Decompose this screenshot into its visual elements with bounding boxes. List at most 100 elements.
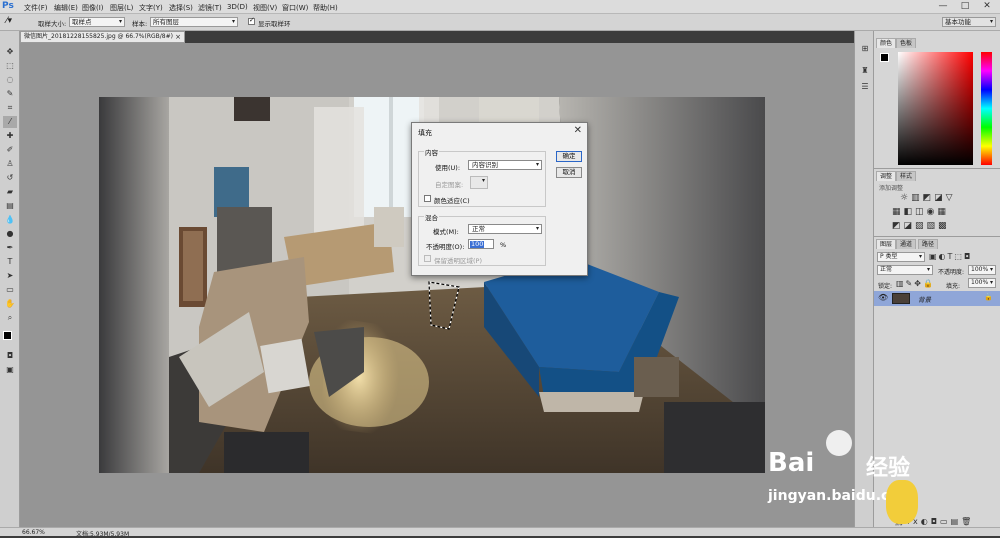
opacity-input[interactable]: 100% bbox=[968, 265, 996, 275]
pen-tool-icon[interactable]: ✒ bbox=[3, 242, 17, 254]
menu-layer[interactable]: 图层(L) bbox=[110, 3, 133, 13]
brush-tool-icon[interactable]: ✐ bbox=[3, 144, 17, 156]
marquee-tool-icon[interactable]: ⬚ bbox=[3, 60, 17, 72]
options-bar: ⁄▾ 取样大小: 取样点 样本: 所有图层 ✓ 显示取样环 基本功能 bbox=[0, 14, 1000, 31]
preserve-transparency-checkbox bbox=[424, 255, 431, 262]
layer-row-background[interactable]: 👁 背景 🔒 bbox=[874, 291, 1000, 306]
sample-select[interactable]: 所有图层 bbox=[150, 17, 238, 27]
close-button[interactable]: ✕ bbox=[976, 1, 998, 13]
tools-panel: ✥ ⬚ ◌ ✎ ⌗ ⁄ ✚ ✐ ♙ ↺ ▰ ▤ 💧 ● ✒ T ➤ ▭ ✋ ⌕ … bbox=[0, 31, 20, 536]
ok-button[interactable]: 确定 bbox=[556, 151, 582, 162]
foreground-color-swatch[interactable] bbox=[3, 331, 12, 340]
layer-name: 背景 bbox=[918, 296, 931, 304]
menu-select[interactable]: 选择(S) bbox=[169, 3, 193, 13]
tab-styles[interactable]: 样式 bbox=[896, 171, 917, 181]
layer-filter-icons[interactable]: ▣◐T⬚◘ bbox=[929, 252, 972, 261]
path-select-tool-icon[interactable]: ➤ bbox=[3, 270, 17, 282]
adjustment-icons-row-3[interactable]: ◩◪▨▧▩ bbox=[892, 221, 950, 231]
watermark-brand: Bai bbox=[768, 448, 815, 478]
blend-group-label: 混合 bbox=[424, 212, 439, 222]
mascot-duck-icon bbox=[886, 480, 918, 524]
zoom-tool-icon[interactable]: ⌕ bbox=[3, 312, 17, 324]
opacity-unit: % bbox=[500, 241, 507, 249]
menu-help[interactable]: 帮助(H) bbox=[313, 3, 338, 13]
tab-channels[interactable]: 通道 bbox=[896, 239, 917, 249]
lock-label: 锁定: bbox=[878, 283, 893, 290]
foreground-color-chip[interactable] bbox=[880, 53, 889, 62]
history-panel-icon[interactable]: ⊞ bbox=[858, 43, 872, 55]
content-group-label: 内容 bbox=[424, 147, 439, 157]
quick-mask-icon[interactable]: ◘ bbox=[3, 350, 17, 362]
menu-file[interactable]: 文件(F) bbox=[24, 3, 48, 13]
properties-panel-icon[interactable]: ☰ bbox=[858, 81, 872, 93]
use-select[interactable]: 内容识别 bbox=[468, 160, 542, 170]
menu-3d[interactable]: 3D(D) bbox=[227, 3, 248, 11]
color-adapt-label: 颜色适应(C) bbox=[434, 197, 470, 205]
document-tab[interactable]: 微信图片_20181228155825.jpg @ 66.7%(RGB/8#) … bbox=[20, 31, 185, 43]
eyedropper-tool-icon[interactable]: ⁄ bbox=[3, 116, 17, 128]
color-picker-field[interactable] bbox=[898, 52, 973, 165]
eyedropper-icon[interactable]: ⁄▾ bbox=[6, 16, 12, 26]
workspace-select[interactable]: 基本功能 bbox=[942, 17, 996, 27]
photoshop-logo: Ps bbox=[2, 1, 14, 11]
hue-slider[interactable] bbox=[981, 52, 992, 165]
zoom-level[interactable]: 66.67% bbox=[22, 529, 45, 536]
layer-thumbnail bbox=[892, 293, 910, 304]
adjustment-icons-row-1[interactable]: ☼▥◩◪▽ bbox=[900, 193, 956, 203]
dialog-title: 填充 bbox=[418, 129, 432, 137]
menu-window[interactable]: 窗口(W) bbox=[282, 3, 308, 13]
tab-layers[interactable]: 图层 bbox=[876, 239, 897, 249]
custom-pattern-picker bbox=[470, 176, 488, 189]
visibility-eye-icon[interactable]: 👁 bbox=[878, 293, 888, 302]
menu-filter[interactable]: 滤镜(T) bbox=[198, 3, 222, 13]
adjustment-icons-row-2[interactable]: ▦◧◫◉▦ bbox=[892, 207, 949, 217]
close-document-icon[interactable]: × bbox=[175, 32, 181, 42]
type-tool-icon[interactable]: T bbox=[3, 256, 17, 268]
show-ring-checkbox[interactable]: ✓ bbox=[248, 16, 255, 25]
eraser-tool-icon[interactable]: ▰ bbox=[3, 186, 17, 198]
preserve-transparency-label: 保留透明区域(P) bbox=[434, 257, 482, 265]
menu-view[interactable]: 视图(V) bbox=[253, 3, 277, 13]
screen-mode-icon[interactable]: ▣ bbox=[3, 364, 17, 376]
actions-panel-icon[interactable]: ♜ bbox=[858, 65, 872, 77]
mode-select[interactable]: 正常 bbox=[468, 224, 542, 234]
add-adjustment-hint: 添加调整 bbox=[879, 185, 904, 192]
opacity-label: 不透明度: bbox=[938, 269, 965, 276]
move-tool-icon[interactable]: ✥ bbox=[3, 46, 17, 58]
opacity-dialog-input[interactable]: 100 bbox=[468, 239, 494, 249]
tab-paths[interactable]: 路径 bbox=[918, 239, 939, 249]
tab-adjustments[interactable]: 调整 bbox=[876, 171, 897, 181]
lasso-tool-icon[interactable]: ◌ bbox=[3, 74, 17, 86]
clone-stamp-tool-icon[interactable]: ♙ bbox=[3, 158, 17, 170]
custom-pattern-label: 自定图案: bbox=[435, 181, 464, 189]
blend-mode-select[interactable]: 正常 bbox=[877, 265, 933, 275]
menu-type[interactable]: 文字(Y) bbox=[139, 3, 163, 13]
document-title: 微信图片_20181228155825.jpg @ 66.7%(RGB/8#) bbox=[24, 33, 173, 40]
gradient-tool-icon[interactable]: ▤ bbox=[3, 200, 17, 212]
lock-icons[interactable]: ▥✎✥🔒 bbox=[896, 279, 935, 288]
menu-edit[interactable]: 编辑(E) bbox=[54, 3, 78, 13]
blur-tool-icon[interactable]: 💧 bbox=[3, 214, 17, 226]
menu-image[interactable]: 图像(I) bbox=[82, 3, 104, 13]
history-brush-tool-icon[interactable]: ↺ bbox=[3, 172, 17, 184]
sample-size-select[interactable]: 取样点 bbox=[69, 17, 125, 27]
layer-kind-filter[interactable]: P 类型 bbox=[877, 252, 925, 262]
tab-color[interactable]: 颜色 bbox=[876, 38, 897, 48]
dodge-tool-icon[interactable]: ● bbox=[3, 228, 17, 240]
show-ring-label: 显示取样环 bbox=[258, 20, 291, 28]
rectangle-tool-icon[interactable]: ▭ bbox=[3, 284, 17, 296]
hand-tool-icon[interactable]: ✋ bbox=[3, 298, 17, 310]
menu-bar: Ps 文件(F) 编辑(E) 图像(I) 图层(L) 文字(Y) 选择(S) 滤… bbox=[0, 0, 1000, 14]
color-adapt-checkbox[interactable] bbox=[424, 195, 431, 202]
minimize-button[interactable]: — bbox=[932, 1, 954, 13]
tab-swatches[interactable]: 色板 bbox=[896, 38, 917, 48]
sample-label: 样本: bbox=[132, 20, 148, 28]
fill-dialog: 填充 ✕ 内容 使用(U): 内容识别 自定图案: 颜色适应(C) 混合 模式(… bbox=[411, 122, 588, 276]
crop-tool-icon[interactable]: ⌗ bbox=[3, 102, 17, 114]
fill-input[interactable]: 100% bbox=[968, 278, 996, 288]
dialog-close-icon[interactable]: ✕ bbox=[574, 125, 582, 136]
restore-button[interactable]: □ bbox=[954, 1, 976, 13]
healing-brush-tool-icon[interactable]: ✚ bbox=[3, 130, 17, 142]
cancel-button[interactable]: 取消 bbox=[556, 167, 582, 178]
quick-select-tool-icon[interactable]: ✎ bbox=[3, 88, 17, 100]
